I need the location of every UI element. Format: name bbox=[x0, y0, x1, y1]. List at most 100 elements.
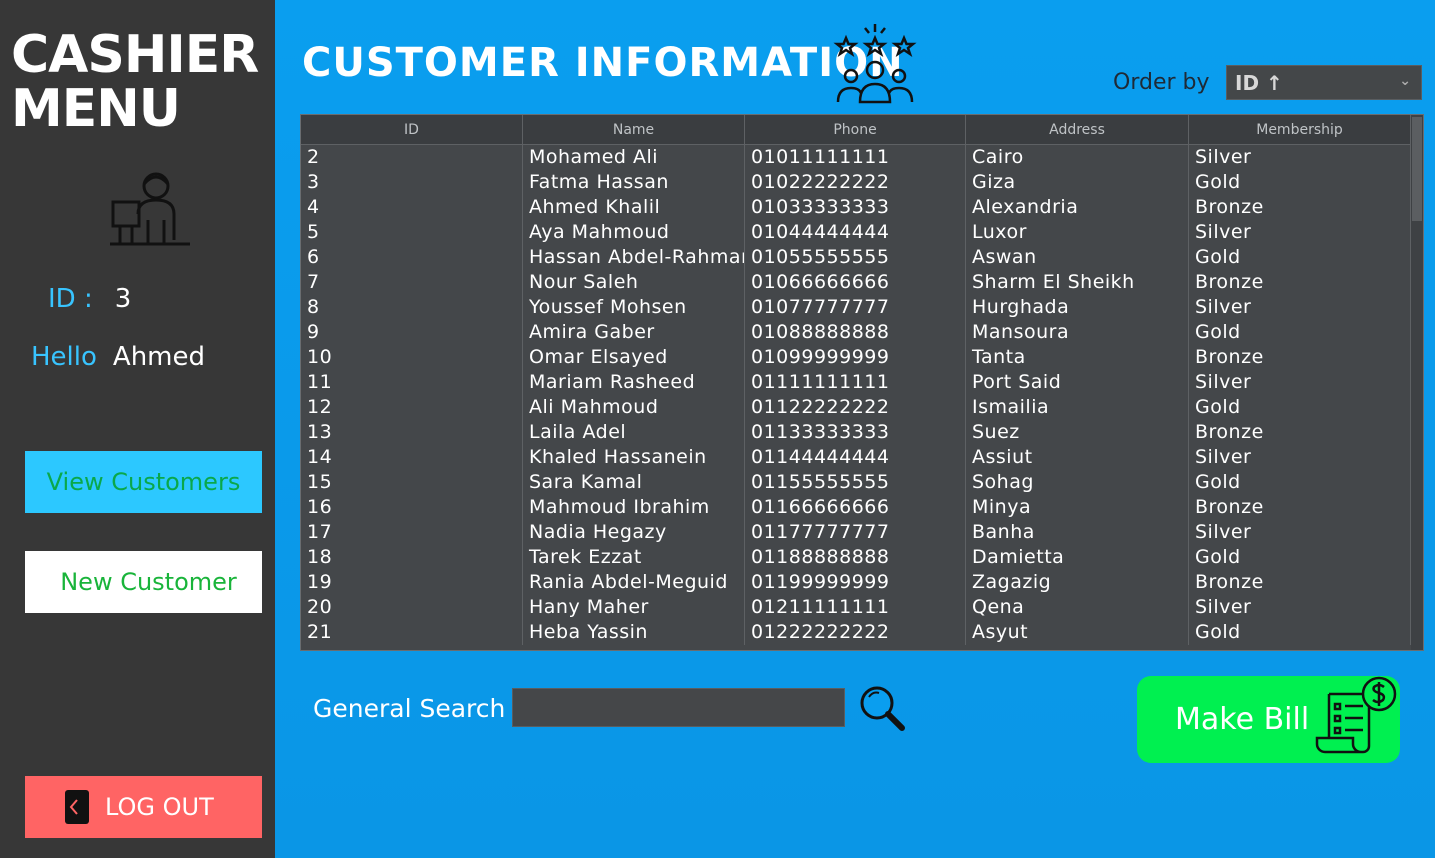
cell-membership: Silver bbox=[1189, 520, 1411, 545]
column-header-id[interactable]: ID bbox=[301, 115, 523, 144]
cell-phone: 01177777777 bbox=[745, 520, 966, 545]
cell-address: Mansoura bbox=[966, 320, 1189, 345]
table-row[interactable]: 19 Rania Abdel-Meguid 01199999999 Zagazig Br… bbox=[301, 570, 1411, 595]
cell-name: Mohamed Ali bbox=[523, 145, 745, 170]
cell-phone: 01166666666 bbox=[745, 495, 966, 520]
cell-id: 17 bbox=[301, 520, 523, 545]
table-row[interactable]: 2 Mohamed Ali 01011111111 Cairo Silver bbox=[301, 145, 1411, 170]
cell-name: Tarek Ezzat bbox=[523, 545, 745, 570]
cell-membership: Gold bbox=[1189, 170, 1411, 195]
table-row[interactable]: 3 Fatma Hassan 01022222222 Giza Gold bbox=[301, 170, 1411, 195]
magnifier-icon[interactable] bbox=[857, 684, 907, 732]
cell-membership: Silver bbox=[1189, 295, 1411, 320]
cell-name: Hany Maher bbox=[523, 595, 745, 620]
cell-address: Sohag bbox=[966, 470, 1189, 495]
cell-phone: 01011111111 bbox=[745, 145, 966, 170]
cell-membership: Bronze bbox=[1189, 495, 1411, 520]
cashier-icon bbox=[110, 172, 190, 246]
customers-rating-icon bbox=[833, 24, 917, 104]
column-header-membership[interactable]: Membership bbox=[1189, 115, 1411, 144]
cell-membership: Silver bbox=[1189, 445, 1411, 470]
cell-membership: Silver bbox=[1189, 145, 1411, 170]
table-row[interactable]: 15 Sara Kamal 01155555555 Sohag Gold bbox=[301, 470, 1411, 495]
chevron-down-icon: ⌄ bbox=[1399, 73, 1411, 89]
cell-phone: 01077777777 bbox=[745, 295, 966, 320]
cell-address: Luxor bbox=[966, 220, 1189, 245]
cell-address: Damietta bbox=[966, 545, 1189, 570]
cell-name: Youssef Mohsen bbox=[523, 295, 745, 320]
logout-button[interactable]: LOG OUT bbox=[25, 776, 262, 838]
cell-name: Laila Adel bbox=[523, 420, 745, 445]
cell-phone: 01111111111 bbox=[745, 370, 966, 395]
cell-name: Nour Saleh bbox=[523, 270, 745, 295]
cell-name: Hassan Abdel-Rahman bbox=[523, 245, 745, 270]
cell-address: Cairo bbox=[966, 145, 1189, 170]
user-id-row: ID : 3 bbox=[48, 284, 131, 314]
cell-address: Alexandria bbox=[966, 195, 1189, 220]
table-row[interactable]: 12 Ali Mahmoud 01122222222 Ismailia Gold bbox=[301, 395, 1411, 420]
table-row[interactable]: 7 Nour Saleh 01066666666 Sharm El Sheikh Bro… bbox=[301, 270, 1411, 295]
cell-id: 4 bbox=[301, 195, 523, 220]
cell-name: Omar Elsayed bbox=[523, 345, 745, 370]
cell-id: 13 bbox=[301, 420, 523, 445]
cell-phone: 01222222222 bbox=[745, 620, 966, 645]
table-row[interactable]: 6 Hassan Abdel-Rahman 01055555555 Aswan Gold bbox=[301, 245, 1411, 270]
order-by-select[interactable]: ID ↑ ⌄ bbox=[1226, 65, 1422, 100]
cell-address: Suez bbox=[966, 420, 1189, 445]
cell-phone: 01044444444 bbox=[745, 220, 966, 245]
cell-name: Mariam Rasheed bbox=[523, 370, 745, 395]
brand-line-1: CASHIER bbox=[11, 25, 259, 85]
new-customer-button[interactable]: New Customer bbox=[25, 551, 262, 613]
cell-address: Banha bbox=[966, 520, 1189, 545]
table-row[interactable]: 20 Hany Maher 01211111111 Qena Silver bbox=[301, 595, 1411, 620]
view-customers-button[interactable]: View Customers bbox=[25, 451, 262, 513]
table-row[interactable]: 8 Youssef Mohsen 01077777777 Hurghada Silver bbox=[301, 295, 1411, 320]
table-row[interactable]: 10 Omar Elsayed 01099999999 Tanta Bronze bbox=[301, 345, 1411, 370]
table-scrollbar[interactable] bbox=[1411, 115, 1423, 650]
user-name: Ahmed bbox=[112, 342, 205, 372]
cell-name: Nadia Hegazy bbox=[523, 520, 745, 545]
table-header: ID Name Phone Address Membership bbox=[301, 115, 1423, 145]
table-row[interactable]: 14 Khaled Hassanein 01144444444 Assiut Silve… bbox=[301, 445, 1411, 470]
brand-line-2: MENU bbox=[11, 79, 181, 139]
cell-membership: Gold bbox=[1189, 245, 1411, 270]
cell-id: 8 bbox=[301, 295, 523, 320]
general-search-input[interactable] bbox=[512, 688, 845, 727]
cell-id: 3 bbox=[301, 170, 523, 195]
cell-id: 15 bbox=[301, 470, 523, 495]
cell-name: Khaled Hassanein bbox=[523, 445, 745, 470]
table-row[interactable]: 21 Heba Yassin 01222222222 Asyut Gold bbox=[301, 620, 1411, 645]
cell-address: Port Said bbox=[966, 370, 1189, 395]
table-row[interactable]: 18 Tarek Ezzat 01188888888 Damietta Gold bbox=[301, 545, 1411, 570]
cell-address: Asyut bbox=[966, 620, 1189, 645]
brand-title: CASHIER MENU bbox=[11, 25, 259, 139]
table-row[interactable]: 13 Laila Adel 01133333333 Suez Bronze bbox=[301, 420, 1411, 445]
table-row[interactable]: 17 Nadia Hegazy 01177777777 Banha Silver bbox=[301, 520, 1411, 545]
cell-address: Giza bbox=[966, 170, 1189, 195]
cell-id: 21 bbox=[301, 620, 523, 645]
customers-table[interactable]: ID Name Phone Address Membership 2 Mohame… bbox=[300, 114, 1424, 651]
column-header-address[interactable]: Address bbox=[966, 115, 1189, 144]
cell-address: Hurghada bbox=[966, 295, 1189, 320]
scrollbar-thumb[interactable] bbox=[1412, 117, 1422, 221]
cell-membership: Bronze bbox=[1189, 195, 1411, 220]
cell-phone: 01199999999 bbox=[745, 570, 966, 595]
cell-address: Minya bbox=[966, 495, 1189, 520]
cell-address: Tanta bbox=[966, 345, 1189, 370]
make-bill-label: Make Bill bbox=[1175, 702, 1310, 737]
table-row[interactable]: 11 Mariam Rasheed 01111111111 Port Said Silv… bbox=[301, 370, 1411, 395]
cell-id: 11 bbox=[301, 370, 523, 395]
cell-name: Heba Yassin bbox=[523, 620, 745, 645]
cell-address: Zagazig bbox=[966, 570, 1189, 595]
table-row[interactable]: 5 Aya Mahmoud 01044444444 Luxor Silver bbox=[301, 220, 1411, 245]
table-row[interactable]: 9 Amira Gaber 01088888888 Mansoura Gold bbox=[301, 320, 1411, 345]
general-search-label: General Search bbox=[313, 694, 506, 723]
sidebar: CASHIER MENU ID : 3 Hello Ahmed View Custo… bbox=[0, 0, 275, 858]
cell-address: Aswan bbox=[966, 245, 1189, 270]
column-header-phone[interactable]: Phone bbox=[745, 115, 966, 144]
cell-name: Sara Kamal bbox=[523, 470, 745, 495]
column-header-name[interactable]: Name bbox=[523, 115, 745, 144]
table-row[interactable]: 4 Ahmed Khalil 01033333333 Alexandria Bronze bbox=[301, 195, 1411, 220]
cell-phone: 01122222222 bbox=[745, 395, 966, 420]
table-row[interactable]: 16 Mahmoud Ibrahim 01166666666 Minya Bronze bbox=[301, 495, 1411, 520]
